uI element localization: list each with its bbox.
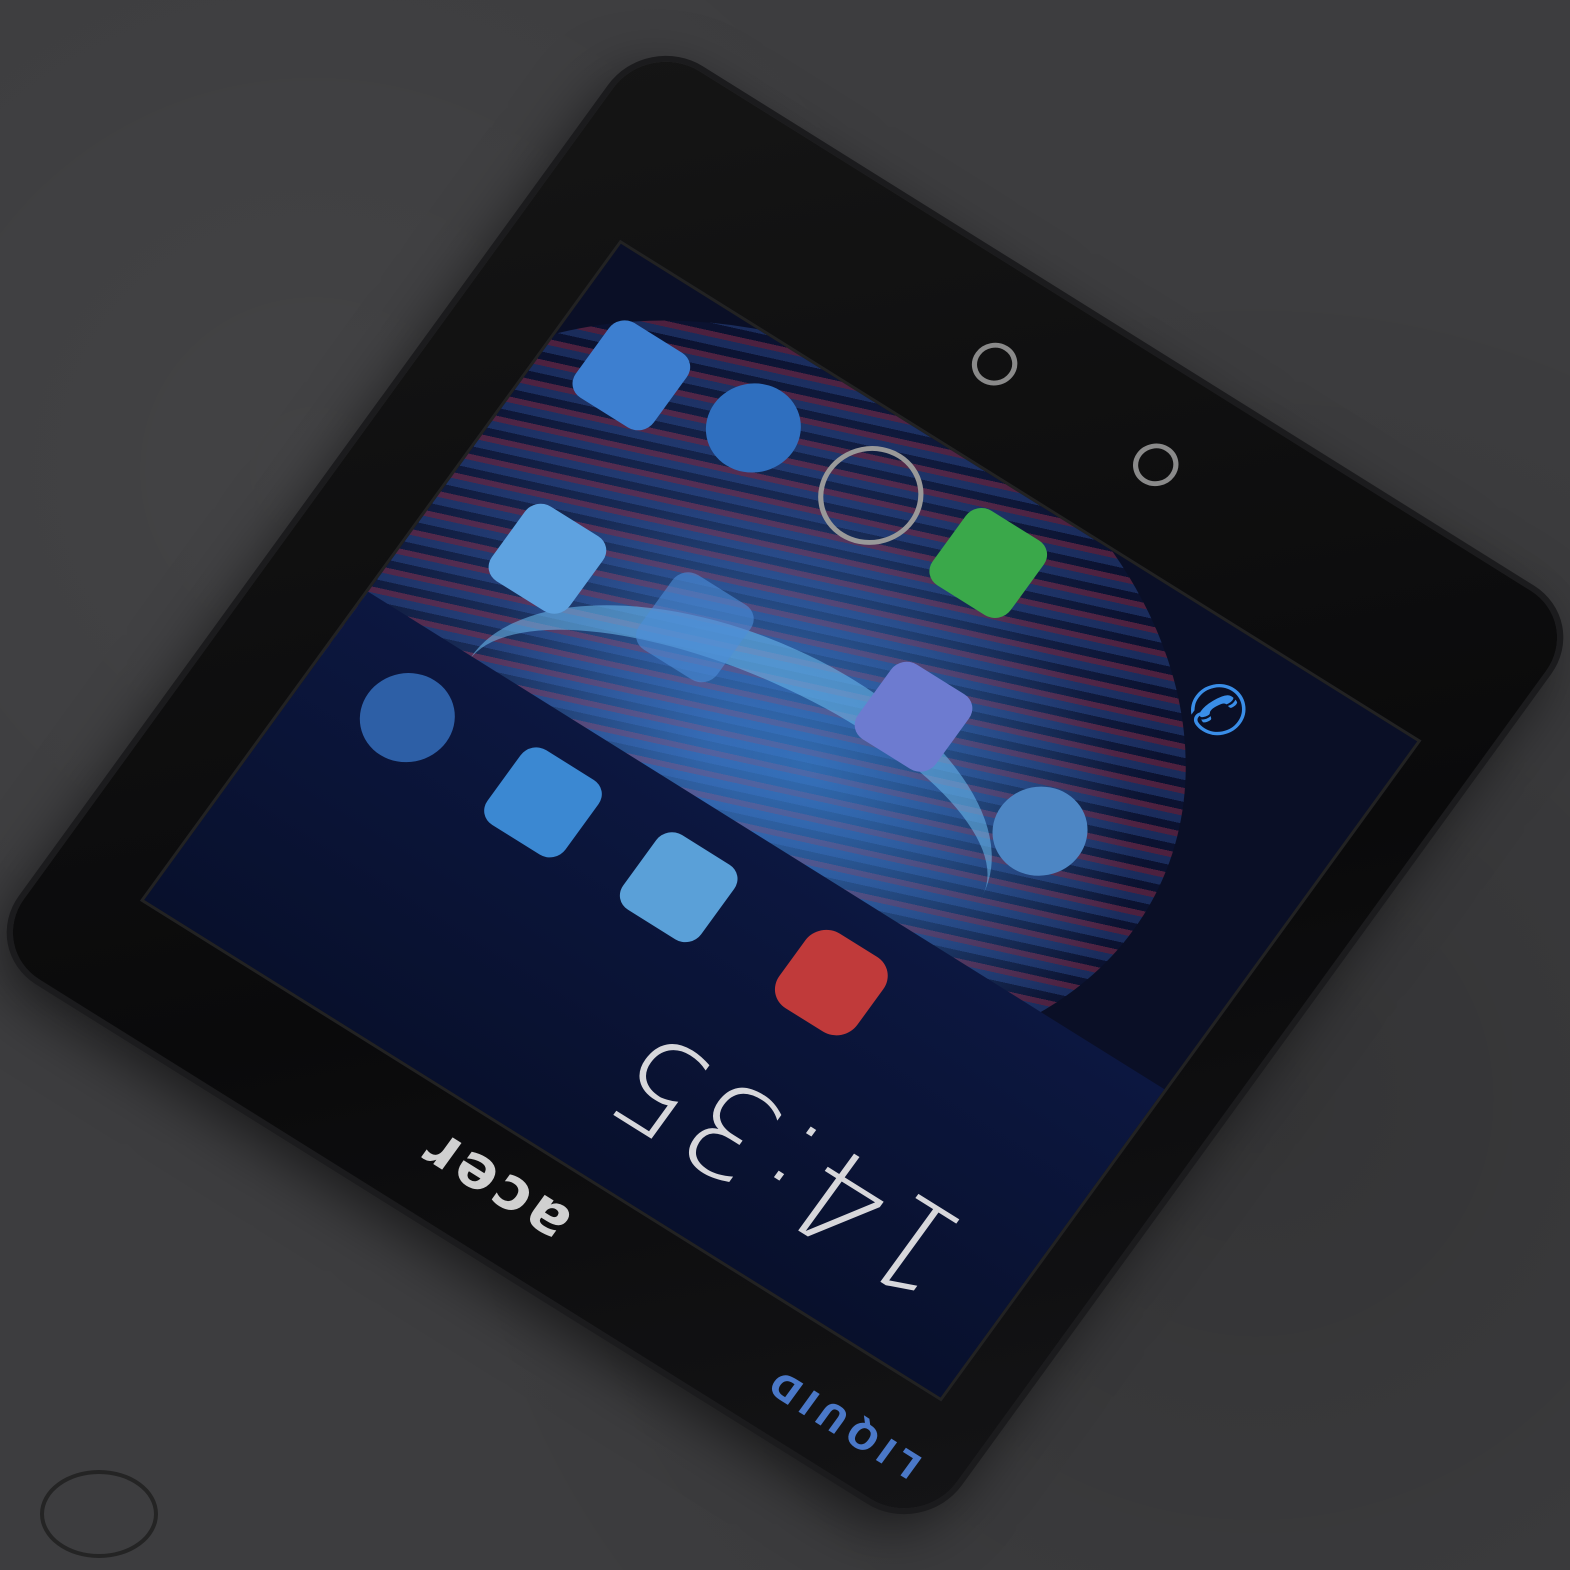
watermark-logo [40,1470,158,1558]
calendar-icon[interactable] [476,740,610,865]
front-sensor-icon [962,334,1027,394]
front-camera-icon [1124,435,1188,495]
music-icon[interactable] [765,920,898,1045]
weather-icon[interactable] [612,825,745,949]
email-icon[interactable] [341,655,474,780]
